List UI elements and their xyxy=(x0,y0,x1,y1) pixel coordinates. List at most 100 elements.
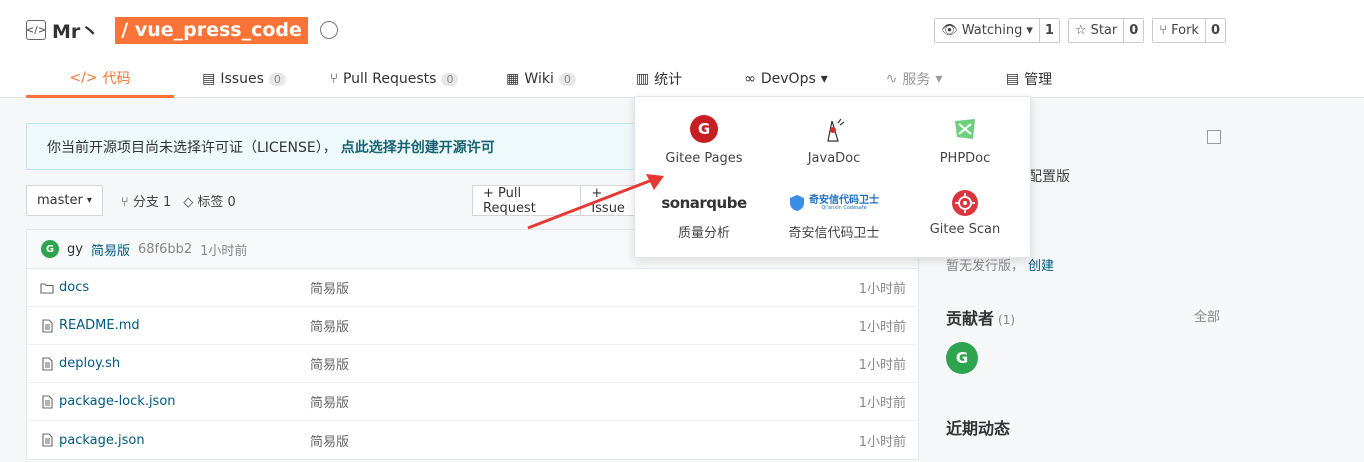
release-text: 暂无发行版， xyxy=(946,259,1025,274)
repo-header: </> Mr丶 / vue_press_code 👁 Watching ▾ 1 ☆ S… xyxy=(0,0,1364,98)
commit-time: 1小时前 xyxy=(200,243,248,259)
phpdoc-icon xyxy=(955,119,975,139)
file-list: G gy 简易版 68f6bb2 1小时前 docs 简易版 1小时前 READ… xyxy=(26,229,919,460)
file-name[interactable]: package.json xyxy=(59,433,145,448)
table-row[interactable]: package-lock.json 简易版 1小时前 xyxy=(27,383,918,421)
tab-stats[interactable]: ▥ 统计 xyxy=(604,60,714,98)
branch-meta: ⑂ 分支 1 ◇ 标签 0 xyxy=(121,191,236,210)
tab-pr-count: 0 xyxy=(441,72,459,86)
wiki-icon: ▦ xyxy=(506,71,520,87)
file-icon xyxy=(42,395,53,409)
create-license-link[interactable]: 点此选择并创建开源许可 xyxy=(341,137,495,157)
table-row[interactable]: docs 简易版 1小时前 xyxy=(27,269,918,307)
repo-tabs: </> 代码 ▤ Issues 0 ⑂ Pull Requests 0 ▦ Wi… xyxy=(26,60,1072,98)
branch-bar: master ▾ ⑂ 分支 1 ◇ 标签 0 xyxy=(26,185,236,216)
qianxin-logo: 奇安信代码卫士 Qi'anxin Codesafe xyxy=(769,189,899,217)
chart-icon: ▥ xyxy=(635,71,650,87)
star-button[interactable]: ☆ Star 0 xyxy=(1067,18,1145,43)
gitee-scan-icon xyxy=(952,190,978,216)
license-text: 你当前开源项目尚未选择许可证（LICENSE）， xyxy=(47,139,337,156)
file-time: 1小时前 xyxy=(858,358,906,373)
all-contributors-link[interactable]: 全部 xyxy=(1194,306,1220,325)
commit-hash[interactable]: 68f6bb2 xyxy=(138,242,192,257)
star-icon: ☆ xyxy=(1074,23,1087,38)
pulse-icon: ∿ xyxy=(885,71,898,87)
tab-issues[interactable]: ▤ Issues 0 xyxy=(182,60,306,98)
watch-label: Watching xyxy=(961,23,1023,38)
qianxin-logo-text: 奇安信代码卫士 xyxy=(809,194,879,206)
fork-button[interactable]: ⑂ Fork 0 xyxy=(1152,18,1226,43)
contributors-title: 贡献者 (1) xyxy=(946,305,1015,329)
tab-manage[interactable]: ▤ 管理 xyxy=(986,60,1072,98)
file-name[interactable]: docs xyxy=(59,280,89,295)
commit-message[interactable]: 简易版 xyxy=(91,240,130,259)
code-repo-icon: </> xyxy=(26,20,46,40)
folder-icon xyxy=(40,283,54,294)
menu-item-gitee-scan[interactable]: Gitee Scan xyxy=(900,189,1030,237)
code-icon: </> xyxy=(69,69,98,86)
repo-intro-tail: 配置版 xyxy=(1028,169,1070,185)
tab-manage-label: 管理 xyxy=(1024,72,1053,88)
repo-actions: 👁 Watching ▾ 1 ☆ Star 0 ⑂ Fork 0 xyxy=(934,18,1226,43)
menu-item-gitee-pages[interactable]: G Gitee Pages xyxy=(639,115,769,166)
file-name[interactable]: package-lock.json xyxy=(59,394,176,409)
tag-icon: ◇ xyxy=(183,195,198,210)
file-time: 1小时前 xyxy=(858,396,906,411)
avatar[interactable]: G xyxy=(41,240,59,258)
file-commit-message[interactable]: 简易版 xyxy=(310,316,349,335)
tab-devops-label: DevOps xyxy=(760,71,816,87)
menu-item-javadoc[interactable]: JavaDoc xyxy=(769,115,899,166)
watch-count[interactable]: 1 xyxy=(1038,19,1059,42)
gitee-icon: G xyxy=(690,115,718,143)
file-name[interactable]: deploy.sh xyxy=(59,356,120,371)
menu-item-label: PHPDoc xyxy=(939,151,991,166)
pull-request-icon: ⑂ xyxy=(329,71,338,87)
tab-code-label: 代码 xyxy=(102,70,131,87)
branches-link[interactable]: ⑂ 分支 1 xyxy=(121,191,171,210)
chevron-down-icon: ▾ xyxy=(935,71,943,87)
tab-services[interactable]: ∿ 服务 ▾ xyxy=(864,60,964,98)
menu-item-qianxin[interactable]: 奇安信代码卫士 Qi'anxin Codesafe 奇安信代码卫士 xyxy=(769,189,899,241)
branch-icon: ⑂ xyxy=(120,195,133,210)
edit-icon[interactable] xyxy=(1207,130,1221,144)
tab-devops[interactable]: ∞ DevOps ▾ xyxy=(730,60,842,98)
watch-button[interactable]: 👁 Watching ▾ 1 xyxy=(934,18,1060,43)
tags-link[interactable]: ◇ 标签 0 xyxy=(183,191,236,210)
table-row[interactable]: README.md 简易版 1小时前 xyxy=(27,307,918,345)
repo-owner-link[interactable]: Mr丶 xyxy=(52,17,99,44)
tab-code[interactable]: </> 代码 xyxy=(26,60,174,98)
java-duke-icon xyxy=(827,118,845,142)
chevron-down-icon: ▾ xyxy=(1026,23,1033,38)
tab-stats-label: 统计 xyxy=(654,72,683,88)
star-count[interactable]: 0 xyxy=(1123,19,1144,42)
file-time: 1小时前 xyxy=(858,434,906,450)
file-time: 1小时前 xyxy=(858,320,906,335)
infinity-icon: ∞ xyxy=(744,71,756,87)
menu-item-phpdoc[interactable]: PHPDoc xyxy=(900,115,1030,166)
manage-icon: ▤ xyxy=(1005,71,1020,87)
repo-name-link[interactable]: / vue_press_code xyxy=(115,16,308,44)
contributors-label: 贡献者 xyxy=(946,309,995,328)
file-commit-message[interactable]: 简易版 xyxy=(310,431,349,450)
file-commit-message[interactable]: 简易版 xyxy=(310,354,349,373)
file-name[interactable]: README.md xyxy=(59,318,140,333)
file-commit-message[interactable]: 简易版 xyxy=(310,278,349,297)
chevron-down-icon: ▾ xyxy=(86,195,92,206)
license-notice: 你当前开源项目尚未选择许可证（LICENSE）， 点此选择并创建开源许可 xyxy=(26,123,646,170)
create-release-link[interactable]: 创建 xyxy=(1028,259,1054,274)
branch-select[interactable]: master ▾ xyxy=(26,185,103,216)
annotation-arrow xyxy=(527,174,664,230)
gvp-badge-icon[interactable] xyxy=(319,21,338,39)
tab-pull-requests[interactable]: ⑂ Pull Requests 0 xyxy=(314,60,474,98)
tab-wiki[interactable]: ▦ Wiki 0 xyxy=(486,60,596,98)
menu-item-label: 奇安信代码卫士 xyxy=(788,226,880,241)
table-row[interactable]: deploy.sh 简易版 1小时前 xyxy=(27,345,918,383)
fork-count[interactable]: 0 xyxy=(1204,19,1225,42)
branch-name: master xyxy=(37,193,83,208)
issues-icon: ▤ xyxy=(202,71,216,87)
avatar[interactable]: G xyxy=(946,342,978,374)
commit-author[interactable]: gy xyxy=(67,242,83,257)
table-row[interactable]: package.json 简易版 1小时前 xyxy=(27,421,918,459)
file-commit-message[interactable]: 简易版 xyxy=(310,392,349,411)
contributors-count: (1) xyxy=(998,313,1016,327)
